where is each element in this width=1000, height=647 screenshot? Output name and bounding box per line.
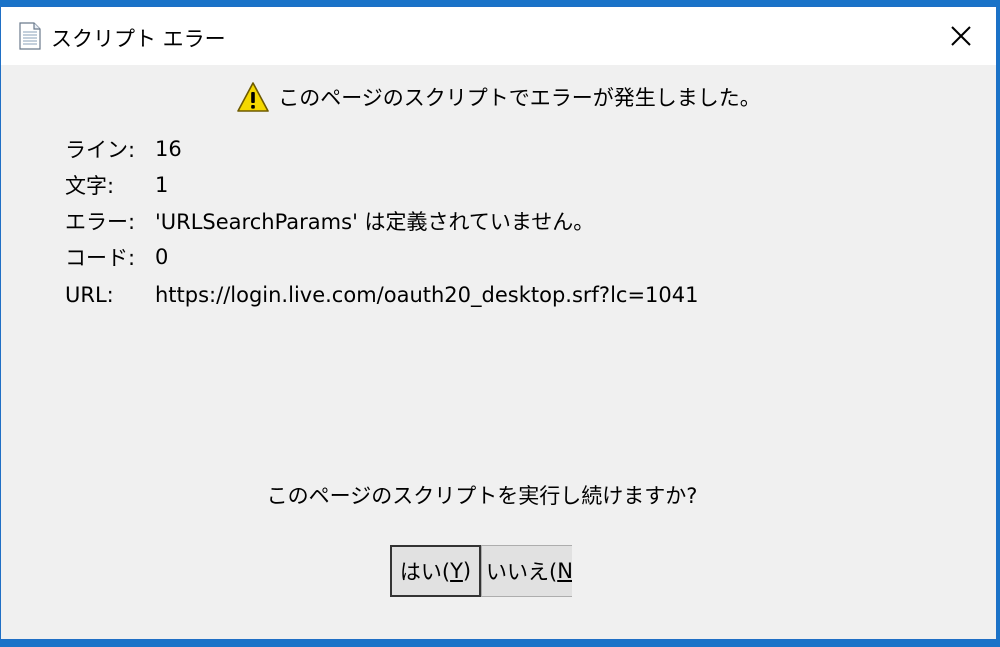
detail-label: 文字:: [65, 174, 115, 198]
detail-value: 0: [155, 245, 169, 269]
detail-line: ライン: 16: [65, 131, 699, 167]
title-bar[interactable]: スクリプト エラー: [1, 7, 996, 65]
detail-url: URL: https://login.live.com/oauth20_desk…: [65, 277, 699, 313]
detail-error: エラー: 'URLSearchParams' は定義されていません。: [65, 203, 699, 239]
close-icon: [951, 26, 971, 46]
continue-question: このページのスクリプトを実行し続けますか?: [266, 484, 698, 508]
detail-char: 文字: 1: [65, 167, 699, 203]
no-mnemonic: N: [557, 559, 572, 583]
no-label: いいえ(: [486, 560, 558, 584]
error-details: ライン: 16 文字: 1 エラー: 'URLSearchParams' は定義…: [65, 131, 699, 313]
yes-label-end: ): [462, 559, 472, 583]
window-title: スクリプト エラー: [51, 27, 226, 51]
error-header: このページのスクリプトでエラーが発生しました。: [1, 77, 996, 117]
detail-value: 16: [155, 137, 182, 161]
detail-value: https://login.live.com/oauth20_desktop.s…: [155, 283, 699, 307]
button-row: はい(Y) いいえ(N): [390, 545, 572, 597]
yes-mnemonic: Y: [450, 559, 463, 583]
detail-code: コード: 0: [65, 239, 699, 275]
warning-icon: [237, 82, 270, 112]
yes-label: はい(: [399, 560, 451, 584]
detail-label: ライン:: [65, 138, 136, 162]
document-icon: [19, 22, 41, 50]
detail-value: 'URLSearchParams' は定義されていません。: [155, 210, 595, 234]
no-button[interactable]: いいえ(N): [481, 545, 572, 597]
yes-button[interactable]: はい(Y): [390, 545, 481, 597]
close-button[interactable]: [926, 7, 996, 65]
error-message: このページのスクリプトでエラーが発生しました。: [278, 86, 761, 110]
detail-label: コード:: [65, 246, 136, 270]
script-error-dialog: スクリプト エラー このページのスクリプトでエラーが発生しました。 ライン: 1…: [0, 6, 997, 640]
detail-value: 1: [155, 173, 169, 197]
detail-label: URL:: [65, 283, 114, 307]
detail-label: エラー:: [65, 210, 136, 234]
